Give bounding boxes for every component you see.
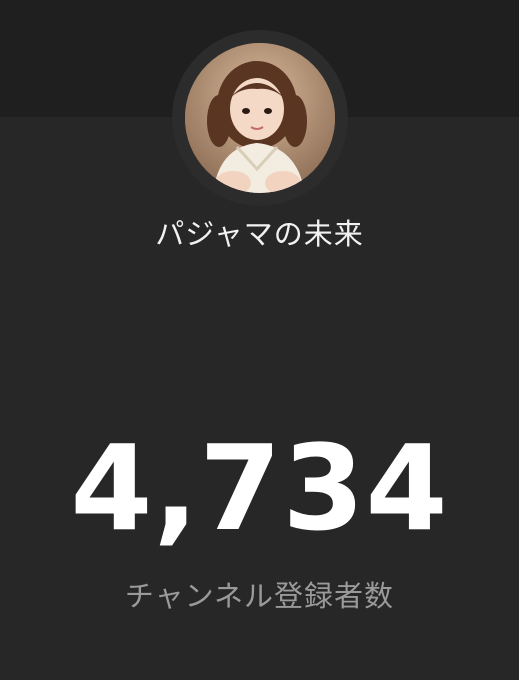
avatar-photo-icon — [185, 43, 335, 193]
subscriber-count: 4,734 — [70, 419, 449, 557]
channel-stats-screen: パジャマの未来 4,734 チャンネル登録者数 — [0, 0, 519, 680]
channel-name: パジャマの未来 — [155, 217, 364, 251]
avatar[interactable] — [185, 43, 335, 193]
subscriber-label: チャンネル登録者数 — [124, 579, 395, 613]
